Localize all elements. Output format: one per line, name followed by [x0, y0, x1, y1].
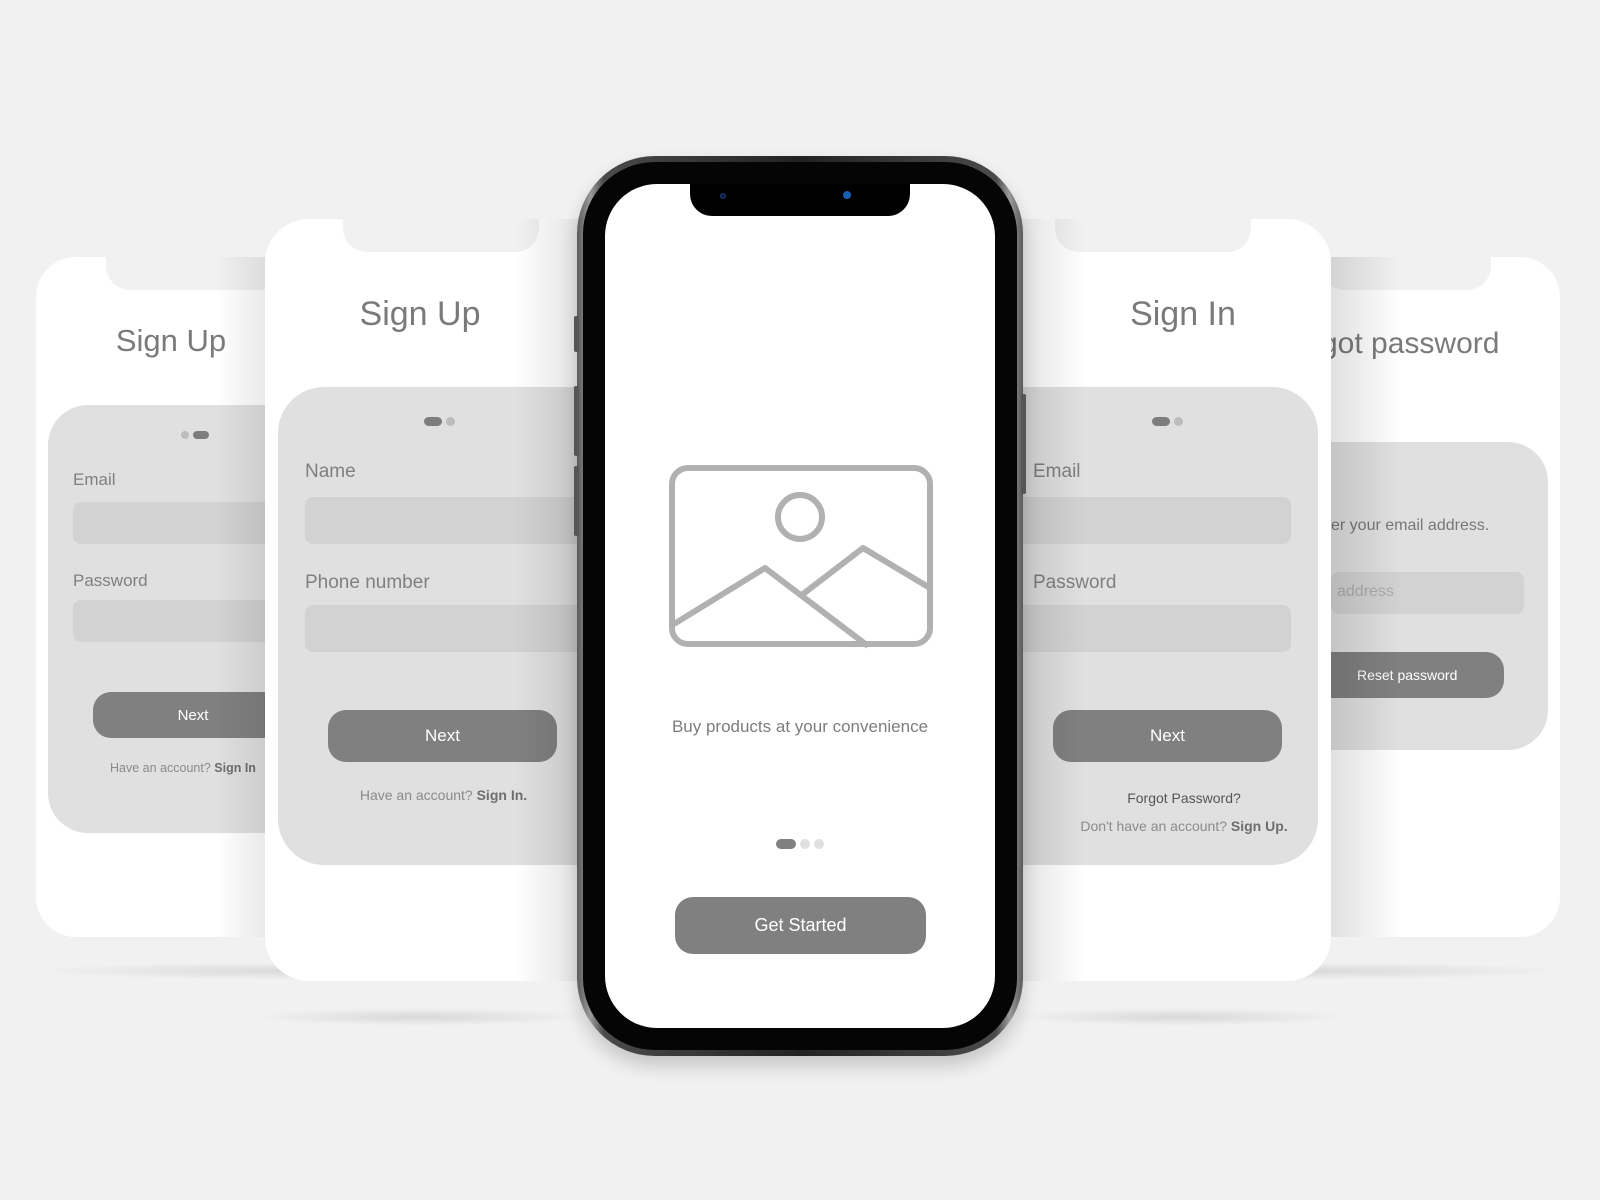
- notch: [690, 184, 910, 216]
- volume-up-button: [574, 386, 579, 456]
- signin-link[interactable]: Sign In: [214, 761, 256, 775]
- footer-text: Don't have an account?: [1080, 818, 1231, 834]
- step-indicator: [181, 431, 209, 439]
- center-phone: Buy products at your convenience Get Sta…: [574, 156, 1026, 1056]
- step-dot-active: [1152, 417, 1170, 426]
- notch: [1055, 219, 1251, 252]
- field-label-email: Email: [73, 470, 116, 489]
- get-started-button[interactable]: Get Started: [675, 897, 926, 954]
- password-input[interactable]: [1015, 605, 1291, 652]
- camera-icon: [843, 191, 851, 199]
- notch: [106, 257, 286, 290]
- step-dot-active: [193, 431, 209, 439]
- forgot-password-link[interactable]: Forgot Password?: [1015, 790, 1331, 806]
- field-label-name: Name: [305, 461, 356, 482]
- page-dot: [800, 839, 810, 849]
- next-button[interactable]: Next: [328, 710, 557, 762]
- screen-signup-name: Sign Up Name Phone number Next Have an a…: [265, 219, 585, 981]
- name-input[interactable]: [305, 497, 585, 544]
- image-placeholder-icon: [669, 465, 933, 649]
- screen-title: got password: [1331, 327, 1500, 360]
- page-dot: [814, 839, 824, 849]
- field-label-phone: Phone number: [305, 572, 430, 593]
- footer-text: Have an account?: [359, 787, 477, 803]
- password-input[interactable]: [73, 600, 286, 642]
- footer-text: Have an account?: [110, 761, 215, 775]
- screen-title: Sign Up: [115, 323, 227, 358]
- page-dot-active: [776, 839, 796, 849]
- form-panel: Email Password Next Have an account? Sig…: [48, 405, 286, 833]
- mockup-stage: Sign Up Email Password Next Have an acco…: [0, 0, 1600, 1200]
- screen-signin: Sign In Email Password Next Forgot Passw…: [1015, 219, 1331, 981]
- onboarding-caption: Buy products at your convenience: [671, 717, 929, 736]
- phone-input[interactable]: [305, 605, 585, 652]
- form-panel: Name Phone number Next Have an account? …: [278, 387, 585, 865]
- step-dot: [181, 431, 189, 439]
- screen-signup-email: Sign Up Email Password Next Have an acco…: [36, 257, 286, 937]
- next-button[interactable]: Next: [93, 692, 286, 738]
- reset-password-button[interactable]: Reset password: [1331, 652, 1504, 698]
- email-input[interactable]: [1015, 497, 1291, 544]
- screen-title: Sign Up: [359, 295, 481, 333]
- signin-link[interactable]: Sign In.: [477, 787, 528, 803]
- email-placeholder: address: [1337, 583, 1394, 600]
- notch: [343, 219, 539, 252]
- notch: [1331, 257, 1491, 290]
- signin-prompt: Have an account? Sign In: [36, 761, 286, 775]
- step-dot: [1174, 417, 1183, 426]
- step-indicator: [1152, 417, 1183, 426]
- signup-prompt: Don't have an account? Sign Up.: [1015, 818, 1331, 834]
- side-button: [574, 316, 579, 352]
- email-address-input[interactable]: address: [1331, 572, 1524, 614]
- step-dot: [446, 417, 455, 426]
- screen-forgot-password: got password er your email address. addr…: [1331, 257, 1560, 937]
- next-button[interactable]: Next: [1053, 710, 1282, 762]
- field-label-password: Password: [1033, 572, 1117, 593]
- signup-link[interactable]: Sign Up.: [1231, 818, 1288, 834]
- phone-screen: Buy products at your convenience Get Sta…: [605, 184, 995, 1028]
- signin-prompt: Have an account? Sign In.: [265, 787, 585, 803]
- form-panel: Email Password Next Forgot Password? Don…: [1015, 387, 1318, 865]
- form-panel: er your email address. address Reset pas…: [1331, 442, 1548, 750]
- step-dot-active: [424, 417, 442, 426]
- instruction-text: er your email address.: [1331, 517, 1490, 534]
- field-label-email: Email: [1033, 461, 1081, 482]
- screen-title: Sign In: [1130, 295, 1236, 333]
- floor-shadow: [1010, 1008, 1350, 1026]
- step-indicator: [424, 417, 455, 426]
- email-input[interactable]: [73, 502, 286, 544]
- sensor-icon: [720, 193, 726, 199]
- volume-down-button: [574, 466, 579, 536]
- power-button: [1021, 394, 1026, 494]
- page-indicator: [776, 839, 824, 849]
- floor-shadow: [250, 1008, 590, 1026]
- field-label-password: Password: [73, 571, 148, 590]
